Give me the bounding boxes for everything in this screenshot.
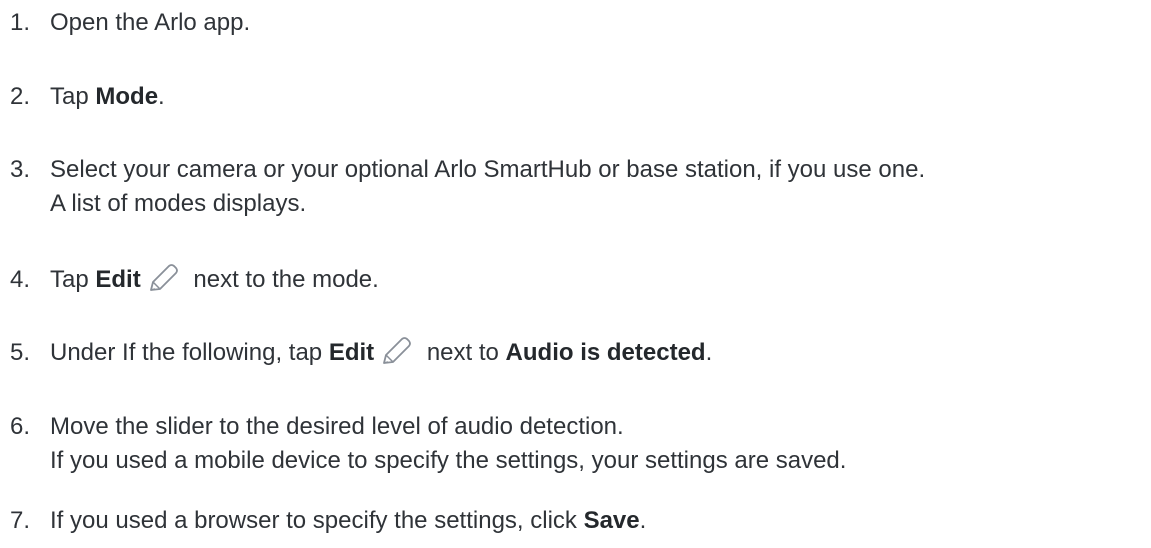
- step-text-prefix: Tap: [50, 83, 96, 110]
- edit-label: Edit: [328, 339, 375, 366]
- step-1: 1. Open the Arlo app.: [10, 6, 250, 40]
- step-text-line-1: Select your camera or your optional Arlo…: [50, 156, 926, 183]
- step-text: Move the slider to the desired level of …: [50, 410, 846, 478]
- step-text-prefix: If you used a browser to specify the set…: [50, 507, 584, 534]
- step-number: 3.: [10, 156, 31, 183]
- step-4: 4. Tap Edit next to the mode.: [10, 263, 379, 297]
- step-7: 7. If you used a browser to specify the s…: [10, 504, 646, 538]
- step-number: 2.: [10, 83, 31, 110]
- save-label: Save: [583, 507, 640, 534]
- pencil-edit-icon: [380, 336, 414, 366]
- step-text: Under If the following, tap Edit next to…: [50, 336, 712, 370]
- step-6: 6. Move the slider to the desired level o…: [10, 410, 846, 478]
- audio-detected-label: Audio is detected: [505, 339, 706, 366]
- mode-label: Mode: [95, 83, 159, 110]
- step-number: 6.: [10, 413, 31, 440]
- pencil-edit-icon: [147, 263, 181, 293]
- step-text-suffix: .: [158, 83, 165, 110]
- instruction-steps-list: 1. Open the Arlo app. 2. Tap Mode. 3. Selec…: [0, 0, 1151, 548]
- step-text-line-2: If you used a mobile device to specify t…: [50, 447, 847, 474]
- step-text: Open the Arlo app.: [50, 9, 251, 36]
- step-5: 5. Under If the following, tap Edit next …: [10, 336, 712, 370]
- step-text: Select your camera or your optional Arlo…: [50, 153, 925, 221]
- edit-label: Edit: [95, 266, 141, 293]
- step-number: 7.: [10, 507, 31, 534]
- step-text: Tap Mode.: [50, 80, 165, 114]
- step-text-suffix: next to the mode.: [186, 266, 379, 293]
- step-text: If you used a browser to specify the set…: [50, 504, 646, 538]
- step-number: 1.: [10, 9, 31, 36]
- step-text-line-1: Move the slider to the desired level of …: [50, 413, 624, 440]
- step-text-prefix: Tap: [50, 266, 96, 293]
- step-text-line-2: A list of modes displays.: [50, 190, 307, 217]
- step-text-suffix: .: [639, 507, 647, 534]
- step-text: Tap Edit next to the mode.: [50, 263, 379, 297]
- step-number: 4.: [10, 266, 31, 293]
- step-text-prefix: Under If the following, tap: [50, 339, 329, 366]
- step-2: 2. Tap Mode.: [10, 80, 165, 114]
- step-number: 5.: [10, 339, 31, 366]
- step-text-middle: next to: [420, 339, 506, 366]
- step-3: 3. Select your camera or your optional Ar…: [10, 153, 925, 221]
- step-text-suffix: .: [705, 339, 713, 366]
